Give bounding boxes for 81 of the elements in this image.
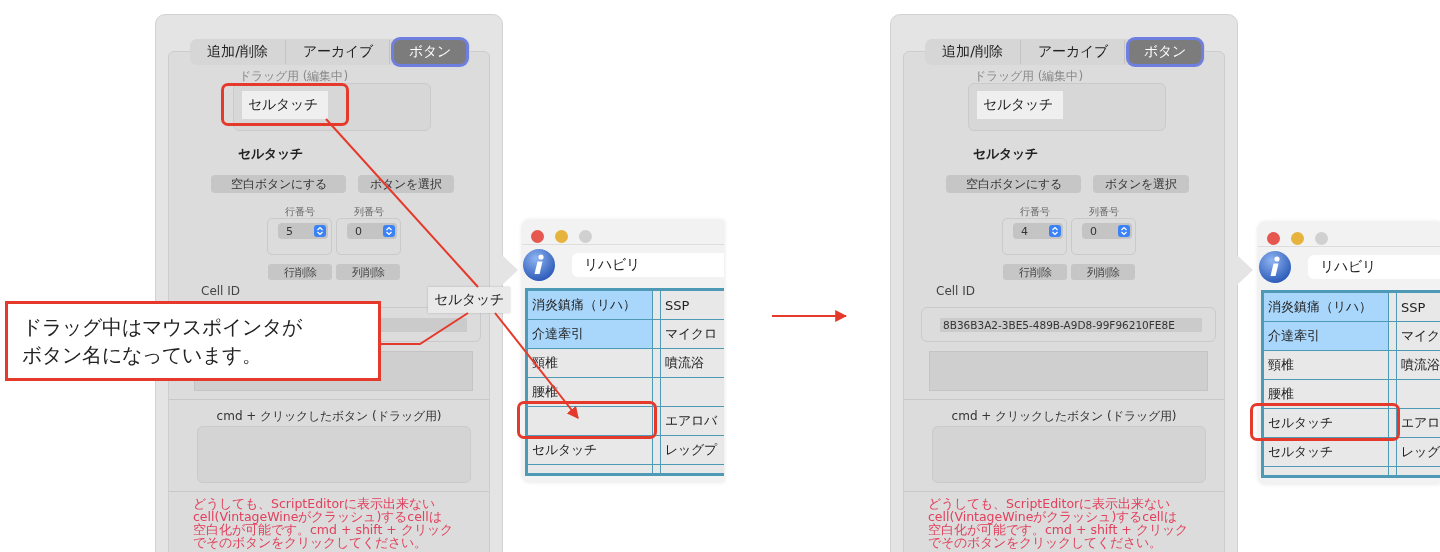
table-cell[interactable]: エアロバ <box>661 407 724 435</box>
delete-button[interactable]: 行削除 <box>1003 264 1067 280</box>
minimize-button[interactable] <box>555 230 568 243</box>
tab[interactable]: 追加/削除 <box>190 40 286 64</box>
drag-tooltip: セルタッチ <box>428 287 510 313</box>
field-label: Cell ID <box>201 284 242 298</box>
field-label: 列番号 <box>353 205 384 217</box>
field-label: ドラッグ用 (編集中) <box>239 70 350 82</box>
zoom-button[interactable] <box>579 230 592 243</box>
button-name-text: セルタッチ <box>973 145 1039 161</box>
note-text: でそのボタンをクリックしてください。 <box>193 536 428 549</box>
table-cell[interactable]: 消炎鎮痛（リハ） <box>1264 293 1388 321</box>
table-cell[interactable]: レッグ <box>1397 438 1440 466</box>
action-button[interactable]: 空白ボタンにする <box>946 175 1081 193</box>
cell-id-field[interactable]: 8B36B3A2-3BE5-489B-A9D8-99F96210FE8E <box>921 307 1216 342</box>
table-cell[interactable]: 介達牽引 <box>528 320 652 348</box>
callout-text: ドラッグ中はマウスポインタが <box>22 314 302 341</box>
info-icon[interactable] <box>1258 250 1292 284</box>
callout-text: ボタン名になっています。 <box>22 342 262 369</box>
delete-button[interactable]: 列削除 <box>1071 264 1135 280</box>
table-cell[interactable]: 噴流浴 <box>661 349 724 377</box>
table-cell[interactable] <box>1397 380 1440 408</box>
note-text: どうしても、ScriptEditorに表示出来ない <box>928 497 1172 510</box>
table-cell[interactable]: エアロ <box>1397 409 1440 437</box>
tab[interactable]: アーカイブ <box>1021 40 1125 64</box>
note-text: cell(VintageWineがクラッシュ)するcellは <box>193 510 443 523</box>
zoom-button[interactable] <box>1315 232 1328 245</box>
stepper-arrows-icon <box>1118 225 1130 237</box>
field-label: cmd + クリックしたボタン (ドラッグ用) <box>950 408 1178 422</box>
stepper-arrows-icon <box>383 225 395 237</box>
minimize-button[interactable] <box>1291 232 1304 245</box>
number-stepper[interactable]: 0 <box>347 223 397 239</box>
table-cell[interactable]: 消炎鎮痛（リハ） <box>528 291 652 319</box>
number-stepper[interactable]: 4 <box>1013 223 1063 239</box>
info-icon[interactable] <box>522 248 556 282</box>
field-label: Cell ID <box>936 284 977 298</box>
stepper-arrows-icon <box>1049 225 1061 237</box>
note-text: cell(VintageWineがクラッシュ)するcellは <box>928 510 1178 523</box>
table-cell[interactable]: マイク <box>1397 322 1440 350</box>
button-chip[interactable]: セルタッチ <box>977 91 1063 119</box>
table-cell[interactable] <box>661 378 724 406</box>
table-cell[interactable] <box>528 407 652 435</box>
field-label: 行番号 <box>284 205 315 217</box>
action-button[interactable]: ボタンを選択 <box>1093 175 1189 193</box>
tab[interactable]: 追加/削除 <box>925 40 1021 64</box>
search-field[interactable]: リハビリ <box>1308 255 1440 279</box>
tab[interactable]: ボタン <box>1129 40 1201 64</box>
table-cell[interactable]: 介達牽引 <box>1264 322 1388 350</box>
cell-id-value: 8B36B3A2-3BE5-489B-A9D8-99F96210FE8E <box>940 317 1202 332</box>
tab[interactable]: アーカイブ <box>286 40 390 64</box>
table-cell[interactable]: 頸椎 <box>1264 351 1388 379</box>
table-cell[interactable]: SSP <box>661 291 724 319</box>
table-cell <box>661 465 724 473</box>
table-cell[interactable]: セルタッチ <box>1264 409 1388 437</box>
table-cell[interactable]: SSP <box>1397 293 1440 321</box>
note-text: 空白化が可能です。cmd + shift + クリック <box>928 523 1189 536</box>
field-label: ドラッグ用 (編集中) <box>974 70 1085 82</box>
close-button[interactable] <box>531 230 544 243</box>
tab[interactable]: ボタン <box>394 40 466 64</box>
delete-button[interactable]: 列削除 <box>336 264 400 280</box>
table-cell[interactable]: 腰椎 <box>528 378 652 406</box>
note-text: 空白化が可能です。cmd + shift + クリック <box>193 523 454 536</box>
button-chip[interactable]: セルタッチ <box>242 91 328 119</box>
note-text: どうしても、ScriptEditorに表示出来ない <box>193 497 437 510</box>
action-button[interactable]: 空白ボタンにする <box>211 175 346 193</box>
field-label: cmd + クリックしたボタン (ドラッグ用) <box>215 408 443 422</box>
number-stepper[interactable]: 5 <box>278 223 328 239</box>
table-cell[interactable]: マイクロ <box>661 320 724 348</box>
note-text: でそのボタンをクリックしてください。 <box>928 536 1163 549</box>
delete-button[interactable]: 行削除 <box>268 264 332 280</box>
table-cell[interactable]: 腰椎 <box>1264 380 1388 408</box>
table-cell[interactable]: 噴流浴 <box>1397 351 1440 379</box>
field-label: 行番号 <box>1019 205 1050 217</box>
stepper-arrows-icon <box>314 225 326 237</box>
table-cell[interactable]: レッグプ <box>661 436 724 464</box>
table-cell <box>1397 467 1440 475</box>
close-button[interactable] <box>1267 232 1280 245</box>
field-label: 列番号 <box>1088 205 1119 217</box>
number-stepper[interactable]: 0 <box>1082 223 1132 239</box>
button-name-text: セルタッチ <box>238 145 304 161</box>
search-field[interactable]: リハビリ <box>572 253 724 277</box>
